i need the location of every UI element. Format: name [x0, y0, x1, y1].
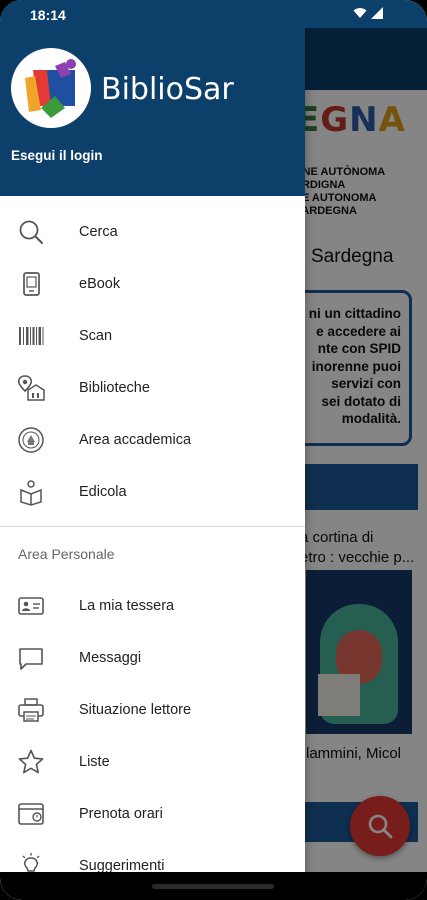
- status-time: 18:14: [30, 7, 66, 23]
- home-gesture-handle[interactable]: [152, 884, 274, 889]
- library-location-icon: [17, 374, 45, 402]
- menu-item-label: Area accademica: [79, 432, 192, 448]
- menu-item-label: Edicola: [79, 484, 127, 500]
- search-icon: [17, 218, 45, 246]
- status-bar: 18:14: [0, 0, 427, 28]
- barcode-icon: [17, 322, 45, 350]
- menu-item-area-accademica[interactable]: Area accademica: [0, 414, 305, 466]
- menu-item-ebook[interactable]: eBook: [0, 258, 305, 310]
- drawer-header: BiblioSar Esegui il login: [0, 0, 305, 196]
- menu-item-messaggi[interactable]: Messaggi: [0, 632, 305, 684]
- menu-divider: [0, 526, 305, 527]
- wifi-icon: [353, 8, 367, 18]
- ebook-icon: [17, 270, 45, 298]
- menu-item-label: La mia tessera: [79, 598, 175, 614]
- printer-icon: [17, 696, 45, 724]
- menu-item-label: Biblioteche: [79, 380, 150, 396]
- status-icons: [353, 7, 383, 19]
- menu-item-edicola[interactable]: Edicola: [0, 466, 305, 518]
- menu-item-label: Scan: [79, 328, 113, 344]
- login-link[interactable]: Esegui il login: [11, 148, 103, 163]
- menu-item-label: Messaggi: [79, 650, 142, 666]
- message-icon: [17, 644, 45, 672]
- menu-item-cerca[interactable]: Cerca: [0, 206, 305, 258]
- menu-item-la-mia-tessera[interactable]: La mia tessera: [0, 580, 305, 632]
- system-navigation-bar: [0, 872, 427, 900]
- menu-item-label: Liste: [79, 754, 110, 770]
- phone-screen: EGNA ONE AUTÒNOMA ARDIGNA NE AUTONOMA SA…: [0, 0, 427, 900]
- app-logo: [11, 48, 91, 128]
- academic-seal-icon: [17, 426, 45, 454]
- menu-item-prenota-orari[interactable]: Prenota orari: [0, 788, 305, 840]
- newsstand-icon: [17, 478, 45, 506]
- menu-item-label: Situazione lettore: [79, 702, 192, 718]
- cellular-signal-icon: [371, 7, 383, 19]
- section-title-area-personale: Area Personale: [18, 546, 115, 562]
- id-card-icon: [17, 592, 45, 620]
- calendar-booking-icon: [17, 800, 45, 828]
- star-icon: [17, 748, 45, 776]
- menu-item-biblioteche[interactable]: Biblioteche: [0, 362, 305, 414]
- menu-item-scan[interactable]: Scan: [0, 310, 305, 362]
- menu-item-label: Cerca: [79, 224, 118, 240]
- menu-item-situazione-lettore[interactable]: Situazione lettore: [0, 684, 305, 736]
- menu-item-label: Prenota orari: [79, 806, 163, 822]
- menu-item-liste[interactable]: Liste: [0, 736, 305, 788]
- menu-item-label: eBook: [79, 276, 121, 292]
- navigation-drawer: BiblioSar Esegui il login Cerca eBook Sc…: [0, 0, 305, 900]
- app-name: BiblioSar: [101, 72, 234, 107]
- bibliosar-logo-icon: [25, 59, 76, 118]
